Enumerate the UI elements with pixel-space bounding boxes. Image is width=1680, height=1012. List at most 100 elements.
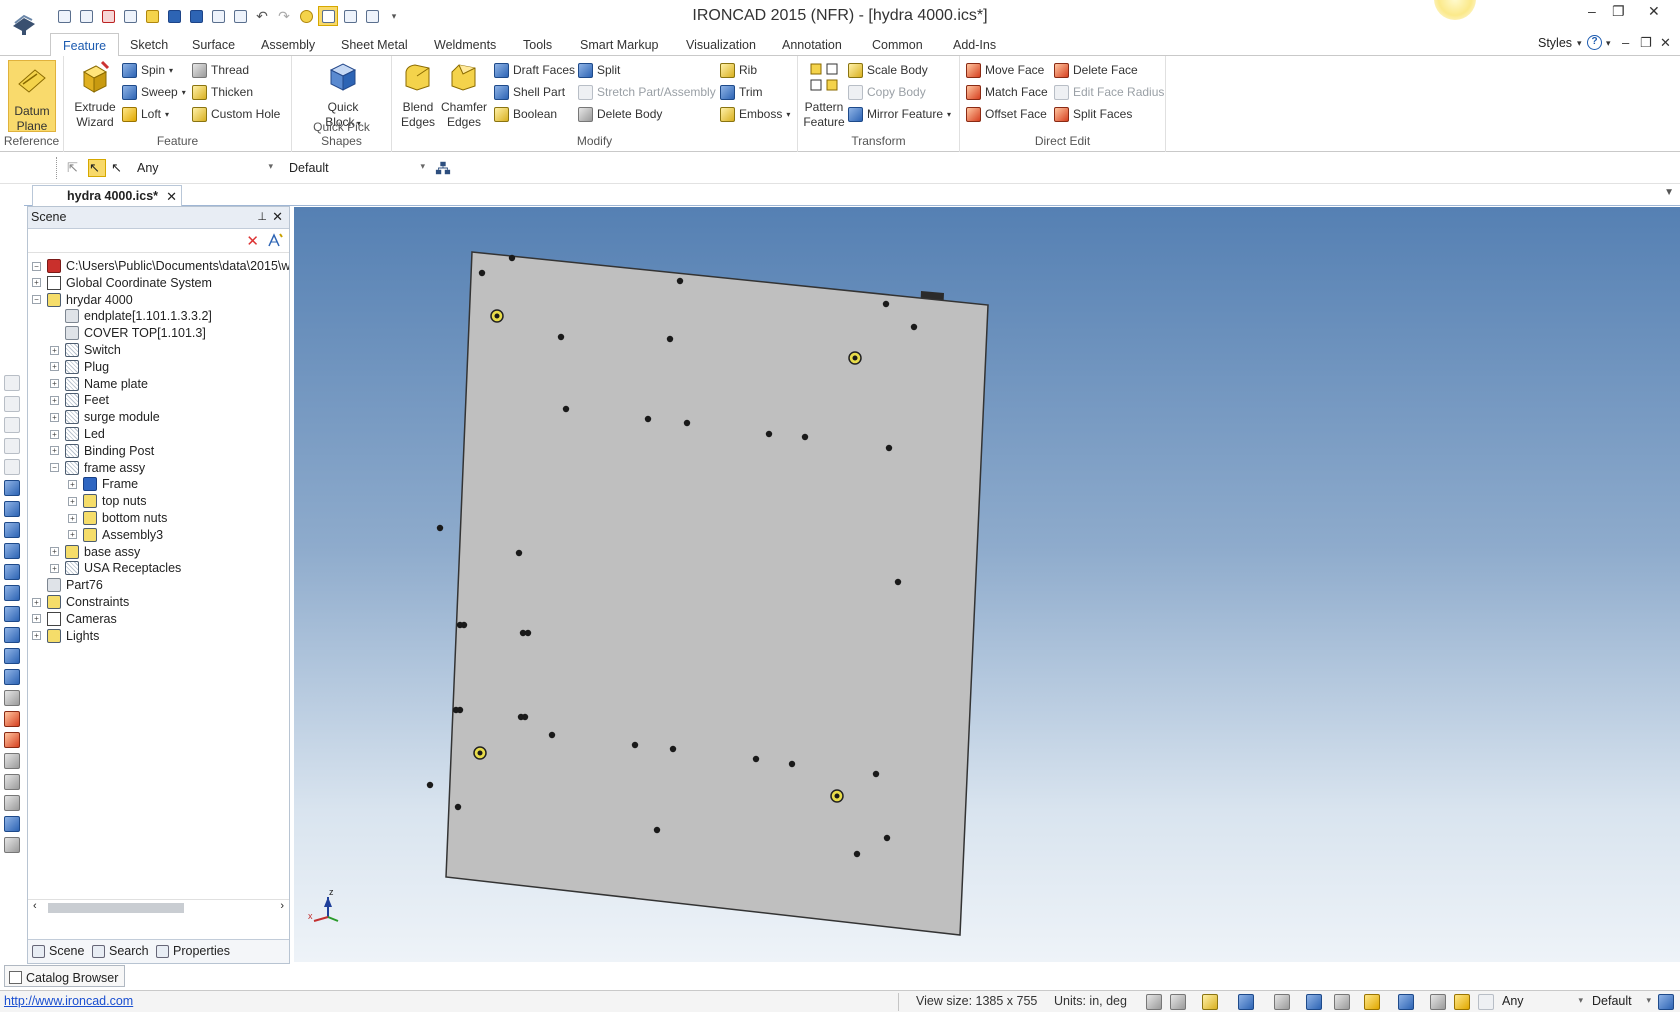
view-tool-icon[interactable] — [4, 438, 20, 454]
tab-tools[interactable]: Tools — [511, 35, 564, 57]
tree-item[interactable]: + Plug — [50, 358, 109, 376]
pick-filter-icon[interactable]: ⇱ — [66, 159, 84, 177]
loft-button[interactable]: Loft ▾ — [122, 104, 169, 124]
scroll-thumb[interactable] — [48, 903, 184, 913]
custom-hole-button[interactable]: Custom Hole — [192, 104, 280, 124]
collapse-icon[interactable]: − — [32, 295, 41, 305]
tree-item[interactable]: + Switch — [50, 341, 121, 359]
minimize-icon[interactable]: – — [1588, 3, 1596, 19]
zoom-fit-icon[interactable] — [1146, 994, 1162, 1010]
match-face-button[interactable]: Match Face — [966, 82, 1048, 102]
tree-item[interactable]: + bottom nuts — [68, 509, 167, 527]
expand-icon[interactable]: + — [32, 597, 41, 607]
shell-part-button[interactable]: Shell Part — [494, 82, 565, 102]
tree-item[interactable]: + Cameras — [32, 610, 117, 628]
plate-face[interactable] — [445, 251, 989, 936]
rib-button[interactable]: Rib — [720, 60, 757, 80]
view-tool-icon[interactable] — [4, 459, 20, 475]
status-filter-combo[interactable]: Any ▾ — [1498, 993, 1586, 1011]
emboss-button[interactable]: Emboss ▾ — [720, 104, 790, 124]
boolean-button[interactable]: Boolean — [494, 104, 557, 124]
tab-visualization[interactable]: Visualization — [674, 35, 768, 57]
copy-body-button[interactable]: Copy Body — [848, 82, 926, 102]
expand-icon[interactable]: + — [32, 278, 41, 288]
scene-filter-bar[interactable]: ✕ — [28, 229, 289, 253]
split-button[interactable]: Split — [578, 60, 620, 80]
tree-item[interactable]: + Lights — [32, 627, 99, 645]
tab-smart-markup[interactable]: Smart Markup — [568, 35, 671, 57]
doc-close-icon[interactable]: ✕ — [1660, 35, 1671, 51]
datum-plane-button[interactable]: Datum Plane — [8, 60, 56, 133]
tab-feature[interactable]: Feature — [50, 33, 120, 57]
expand-icon[interactable]: + — [50, 412, 59, 422]
view-tool-icon[interactable] — [4, 375, 20, 391]
selection-mode-icon[interactable] — [1398, 994, 1414, 1010]
tree-item[interactable]: + Feet — [50, 391, 109, 409]
expand-icon[interactable]: + — [68, 513, 77, 523]
delete-face-button[interactable]: Delete Face — [1054, 60, 1138, 80]
view-orientation-icon[interactable] — [1238, 994, 1254, 1010]
document-list-dropdown-icon[interactable]: ▼ — [1664, 187, 1674, 198]
thread-button[interactable]: Thread — [192, 60, 249, 80]
expand-icon[interactable]: + — [50, 446, 59, 456]
ironcad-link[interactable]: http://www.ironcad.com — [4, 994, 133, 1008]
blend-edges-button[interactable]: Blend Edges — [396, 60, 440, 130]
top-view-icon[interactable] — [4, 564, 20, 580]
bottom-view-icon[interactable] — [4, 585, 20, 601]
tree-item[interactable]: COVER TOP[1.101.3] — [50, 324, 206, 342]
offset-face-button[interactable]: Offset Face — [966, 104, 1047, 124]
sort-filter-icon[interactable] — [267, 232, 283, 248]
hierarchy-icon[interactable] — [434, 159, 452, 177]
tab-surface[interactable]: Surface — [180, 35, 247, 57]
tree-item[interactable]: + Global Coordinate System — [32, 274, 212, 292]
view-tool-icon[interactable] — [4, 417, 20, 433]
angle-icon[interactable] — [4, 753, 20, 769]
stretch-part-button[interactable]: Stretch Part/Assembly — [578, 82, 716, 102]
tab-sheet-metal[interactable]: Sheet Metal — [329, 35, 420, 57]
tree-item[interactable]: + base assy — [50, 543, 140, 561]
view-tool-icon[interactable] — [4, 396, 20, 412]
tree-item[interactable]: + surge module — [50, 408, 160, 426]
tab-scene[interactable]: Scene — [32, 944, 84, 958]
trim-button[interactable]: Trim — [720, 82, 763, 102]
collapse-icon[interactable]: − — [50, 463, 59, 473]
tree-item[interactable]: + top nuts — [68, 492, 146, 510]
left-view-icon[interactable] — [4, 522, 20, 538]
tree-item[interactable]: − C:\Users\Public\Documents\data\2015\wor… — [32, 257, 289, 275]
expand-icon[interactable]: + — [50, 395, 59, 405]
toolbar-grip[interactable] — [56, 157, 59, 179]
draft-faces-button[interactable]: Draft Faces — [494, 60, 575, 80]
mirror-feature-button[interactable]: Mirror Feature ▾ — [848, 104, 951, 124]
extrude-wizard-button[interactable]: Extrude Wizard — [72, 60, 118, 130]
expand-icon[interactable]: + — [50, 429, 59, 439]
tab-annotation[interactable]: Annotation — [770, 35, 854, 57]
tree-item[interactable]: endplate[1.101.1.3.3.2] — [50, 307, 212, 325]
shaded-view-icon[interactable] — [4, 627, 20, 643]
expand-icon[interactable]: + — [68, 496, 77, 506]
close-panel-icon[interactable]: ✕ — [272, 209, 283, 225]
curve-icon[interactable] — [4, 816, 20, 832]
doc-restore-icon[interactable]: ❐ — [1640, 35, 1652, 51]
tab-weldments[interactable]: Weldments — [422, 35, 508, 57]
selection-filter-combo[interactable]: Any ▾ — [132, 158, 278, 178]
tree-item[interactable]: + Constraints — [32, 593, 129, 611]
expand-icon[interactable]: + — [50, 345, 59, 355]
camera-icon[interactable] — [4, 711, 20, 727]
spin-button[interactable]: Spin ▾ — [122, 60, 173, 80]
tree-item[interactable]: Part76 — [32, 576, 103, 594]
help-icon[interactable]: ? — [1587, 35, 1602, 50]
section-view-icon[interactable] — [1306, 994, 1322, 1010]
pattern-feature-button[interactable]: Pattern Feature — [802, 60, 846, 130]
sweep-button[interactable]: Sweep ▾ — [122, 82, 186, 102]
scroll-left-icon[interactable]: ‹ — [33, 900, 37, 912]
tree-item[interactable]: + Frame — [68, 475, 138, 493]
edit-face-radius-button[interactable]: Edit Face Radius — [1054, 82, 1164, 102]
scale-body-button[interactable]: Scale Body — [848, 60, 928, 80]
perspective-icon[interactable] — [1274, 994, 1290, 1010]
render-mode-icon[interactable] — [1202, 994, 1218, 1010]
tree-item[interactable]: + Assembly3 — [68, 526, 163, 544]
document-tab[interactable]: hydra 4000.ics* ✕ — [32, 185, 182, 207]
expand-icon[interactable]: + — [50, 362, 59, 372]
ruler-icon[interactable] — [4, 837, 20, 853]
close-icon[interactable]: ✕ — [1648, 3, 1660, 20]
